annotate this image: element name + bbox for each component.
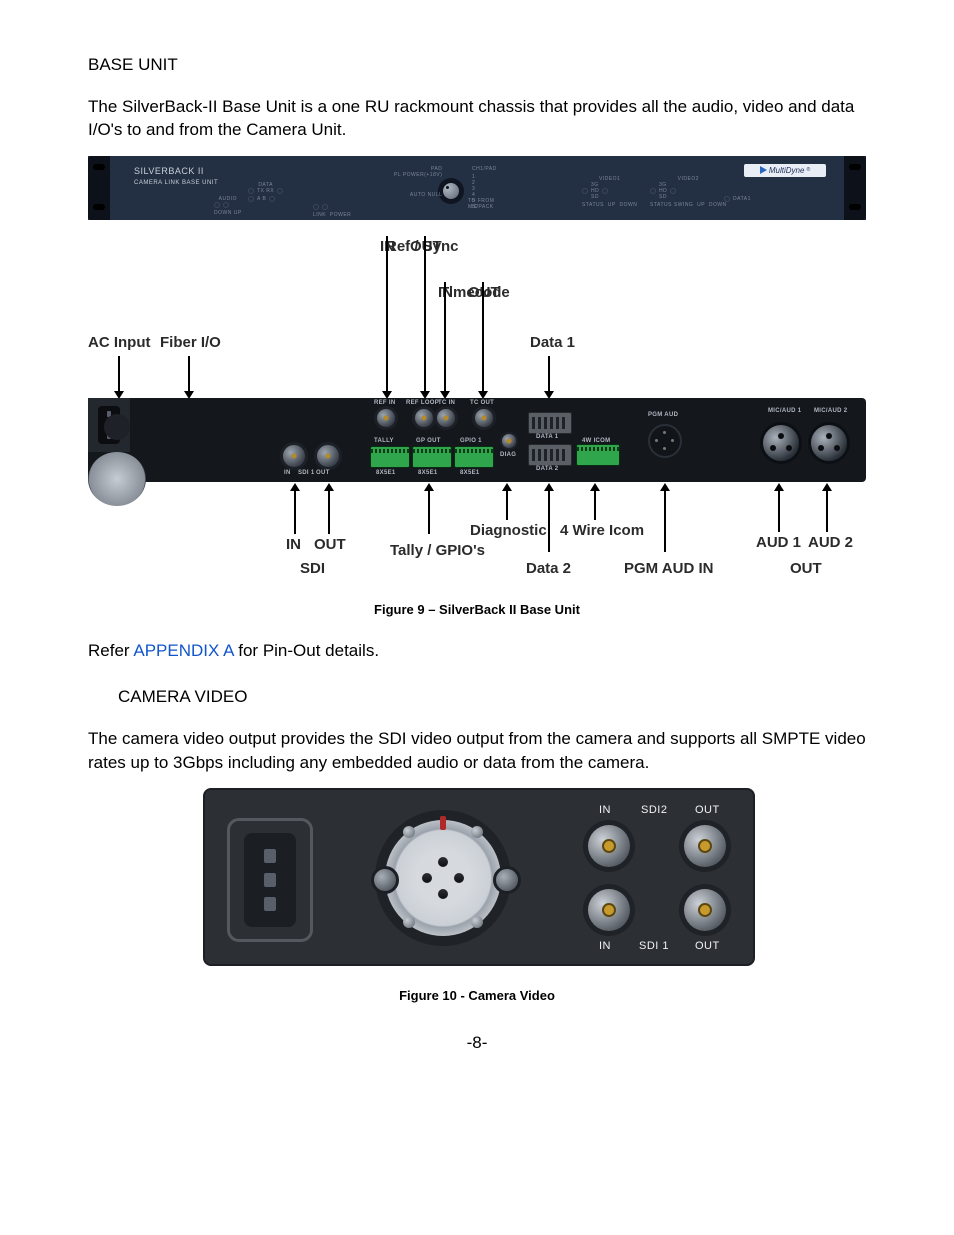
video1-group: VIDEO1 3G HD SD STATUS UP DOWN xyxy=(582,176,637,208)
tiny-mic2: MIC/AUD 2 xyxy=(814,408,847,414)
reg-mark: ® xyxy=(806,167,810,173)
tiny-b2: 8X5E1 xyxy=(418,470,438,476)
rack-ear-right xyxy=(844,156,866,220)
link-power-group: LINK POWER xyxy=(313,204,351,218)
video2-group: VIDEO2 3G HD SD STATUS SWING UP DOWN xyxy=(650,176,727,208)
cv-sdi2: SDI2 xyxy=(641,804,667,816)
tiny-mic1: MIC/AUD 1 xyxy=(768,408,801,414)
label-tally: Tally / GPIO's xyxy=(390,542,485,559)
label-sdi: SDI xyxy=(300,560,325,577)
label-ac: AC Input xyxy=(88,334,150,351)
icom-jack xyxy=(648,424,682,458)
tiny-diag: DIAG xyxy=(500,452,516,458)
data1-terminal xyxy=(528,412,572,434)
camera-video-figure: IN SDI2 OUT IN SDI 1 OUT xyxy=(203,788,751,966)
label-aud2: AUD 2 xyxy=(808,534,853,551)
label-sdi-in: IN xyxy=(286,536,301,553)
cv-out-bot: OUT xyxy=(695,940,720,952)
front-panel-figure: SILVERBACK II CAMERA LINK BASE UNIT Mult… xyxy=(88,156,866,220)
cv-in-top: IN xyxy=(599,804,611,816)
cv-in-bot: IN xyxy=(599,940,611,952)
figure10-caption: Figure 10 - Camera Video xyxy=(88,988,866,1003)
page-number: -8- xyxy=(88,1033,866,1053)
ref-loop-bnc xyxy=(412,406,436,430)
cv-sdi1-out-bnc xyxy=(679,884,731,936)
appendix-a-link[interactable]: APPENDIX A xyxy=(133,641,233,660)
camera-video-paragraph: The camera video output provides the SDI… xyxy=(88,727,866,774)
cv-sdi1-in-bnc xyxy=(583,884,635,936)
tofrom-group: TO FROM MS/PACK xyxy=(468,198,494,210)
ref-in-bnc xyxy=(374,406,398,430)
aud2-xlr xyxy=(808,422,850,464)
label-sdi-out: OUT xyxy=(314,536,346,553)
gpio-terminal xyxy=(454,446,494,468)
tiny-data1: DATA 1 xyxy=(536,434,558,440)
diag-bnc xyxy=(500,432,518,450)
cv-sdi2-in-bnc xyxy=(583,820,635,872)
tiny-icom: 4W ICOM xyxy=(582,438,610,444)
audio-led-group: AUDIO DOWN UP xyxy=(214,196,242,216)
refer-pre: Refer xyxy=(88,641,133,660)
tiny-gpout: GP OUT xyxy=(416,438,441,444)
data2-terminal xyxy=(528,444,572,466)
cv-ac-input xyxy=(227,818,313,942)
label-fiber: Fiber I/O xyxy=(160,334,221,351)
heading-camera-video: CAMERA VIDEO xyxy=(118,687,866,707)
tiny-b1: 8X5E1 xyxy=(376,470,396,476)
aud1-xlr xyxy=(760,422,802,464)
label-icom: 4 Wire Icom xyxy=(560,522,644,539)
multidyne-text: MultiDyne xyxy=(769,166,805,175)
cv-sdi2-out-bnc xyxy=(679,820,731,872)
data-led-group: DATA TX RX A B xyxy=(248,182,283,204)
rack-ear-left xyxy=(88,156,110,220)
tiny-sdi-out: OUT xyxy=(316,470,330,476)
front-subtitle: CAMERA LINK BASE UNIT xyxy=(134,180,218,186)
rear-panel: IN SDI 1 OUT REF IN REF LOOP TC IN TC OU… xyxy=(88,398,866,482)
label-pgm: PGM AUD IN xyxy=(624,560,713,577)
front-title: SILVERBACK II xyxy=(134,166,204,176)
label-aud1: AUD 1 xyxy=(756,534,801,551)
icom-terminal xyxy=(576,444,620,466)
sdi-out-bnc xyxy=(314,442,342,470)
cv-sdi1: SDI 1 xyxy=(639,940,669,952)
refer-line: Refer APPENDIX A for Pin-Out details. xyxy=(88,639,866,662)
multidyne-triangle-icon xyxy=(760,166,767,174)
pad-group: PAD PL POWER(+18V) AUTO NULL xyxy=(394,166,442,198)
cv-fiber-connector xyxy=(375,810,511,946)
label-audout: OUT xyxy=(790,560,822,577)
tiny-gpio: GPIO 1 xyxy=(460,438,482,444)
sdi-in-bnc xyxy=(280,442,308,470)
tiny-tcout: TC OUT xyxy=(470,400,494,406)
multidyne-logo: MultiDyne® xyxy=(744,164,826,177)
tc-out-bnc xyxy=(472,406,496,430)
rear-panel-figure: Ref / Sync IN OUT Timecode IN OUT AC Inp… xyxy=(88,238,866,588)
tiny-data2: DATA 2 xyxy=(536,466,558,472)
tiny-tally: TALLY xyxy=(374,438,394,444)
tally-terminal xyxy=(370,446,410,468)
label-diag: Diagnostic xyxy=(470,522,547,539)
tc-in-bnc xyxy=(434,406,458,430)
tiny-sdi1: SDI 1 xyxy=(298,470,315,476)
label-data1: Data 1 xyxy=(530,334,575,351)
tiny-tcin: TC IN xyxy=(438,400,455,406)
heading-base-unit: BASE UNIT xyxy=(88,55,866,75)
tiny-sdi-in: IN xyxy=(284,470,291,476)
tiny-refloop: REF LOOP xyxy=(406,400,439,406)
label-data2: Data 2 xyxy=(526,560,571,577)
tiny-b3: 8X5E1 xyxy=(460,470,480,476)
intro-paragraph: The SilverBack-II Base Unit is a one RU … xyxy=(88,95,866,142)
refer-post: for Pin-Out details. xyxy=(234,641,380,660)
tiny-pgm: PGM AUD xyxy=(648,412,678,418)
cv-out-top: OUT xyxy=(695,804,720,816)
data-end-group: DATA1 xyxy=(724,196,751,204)
gpout-terminal xyxy=(412,446,452,468)
tiny-refin: REF IN xyxy=(374,400,395,406)
figure9-caption: Figure 9 – SilverBack II Base Unit xyxy=(88,602,866,617)
